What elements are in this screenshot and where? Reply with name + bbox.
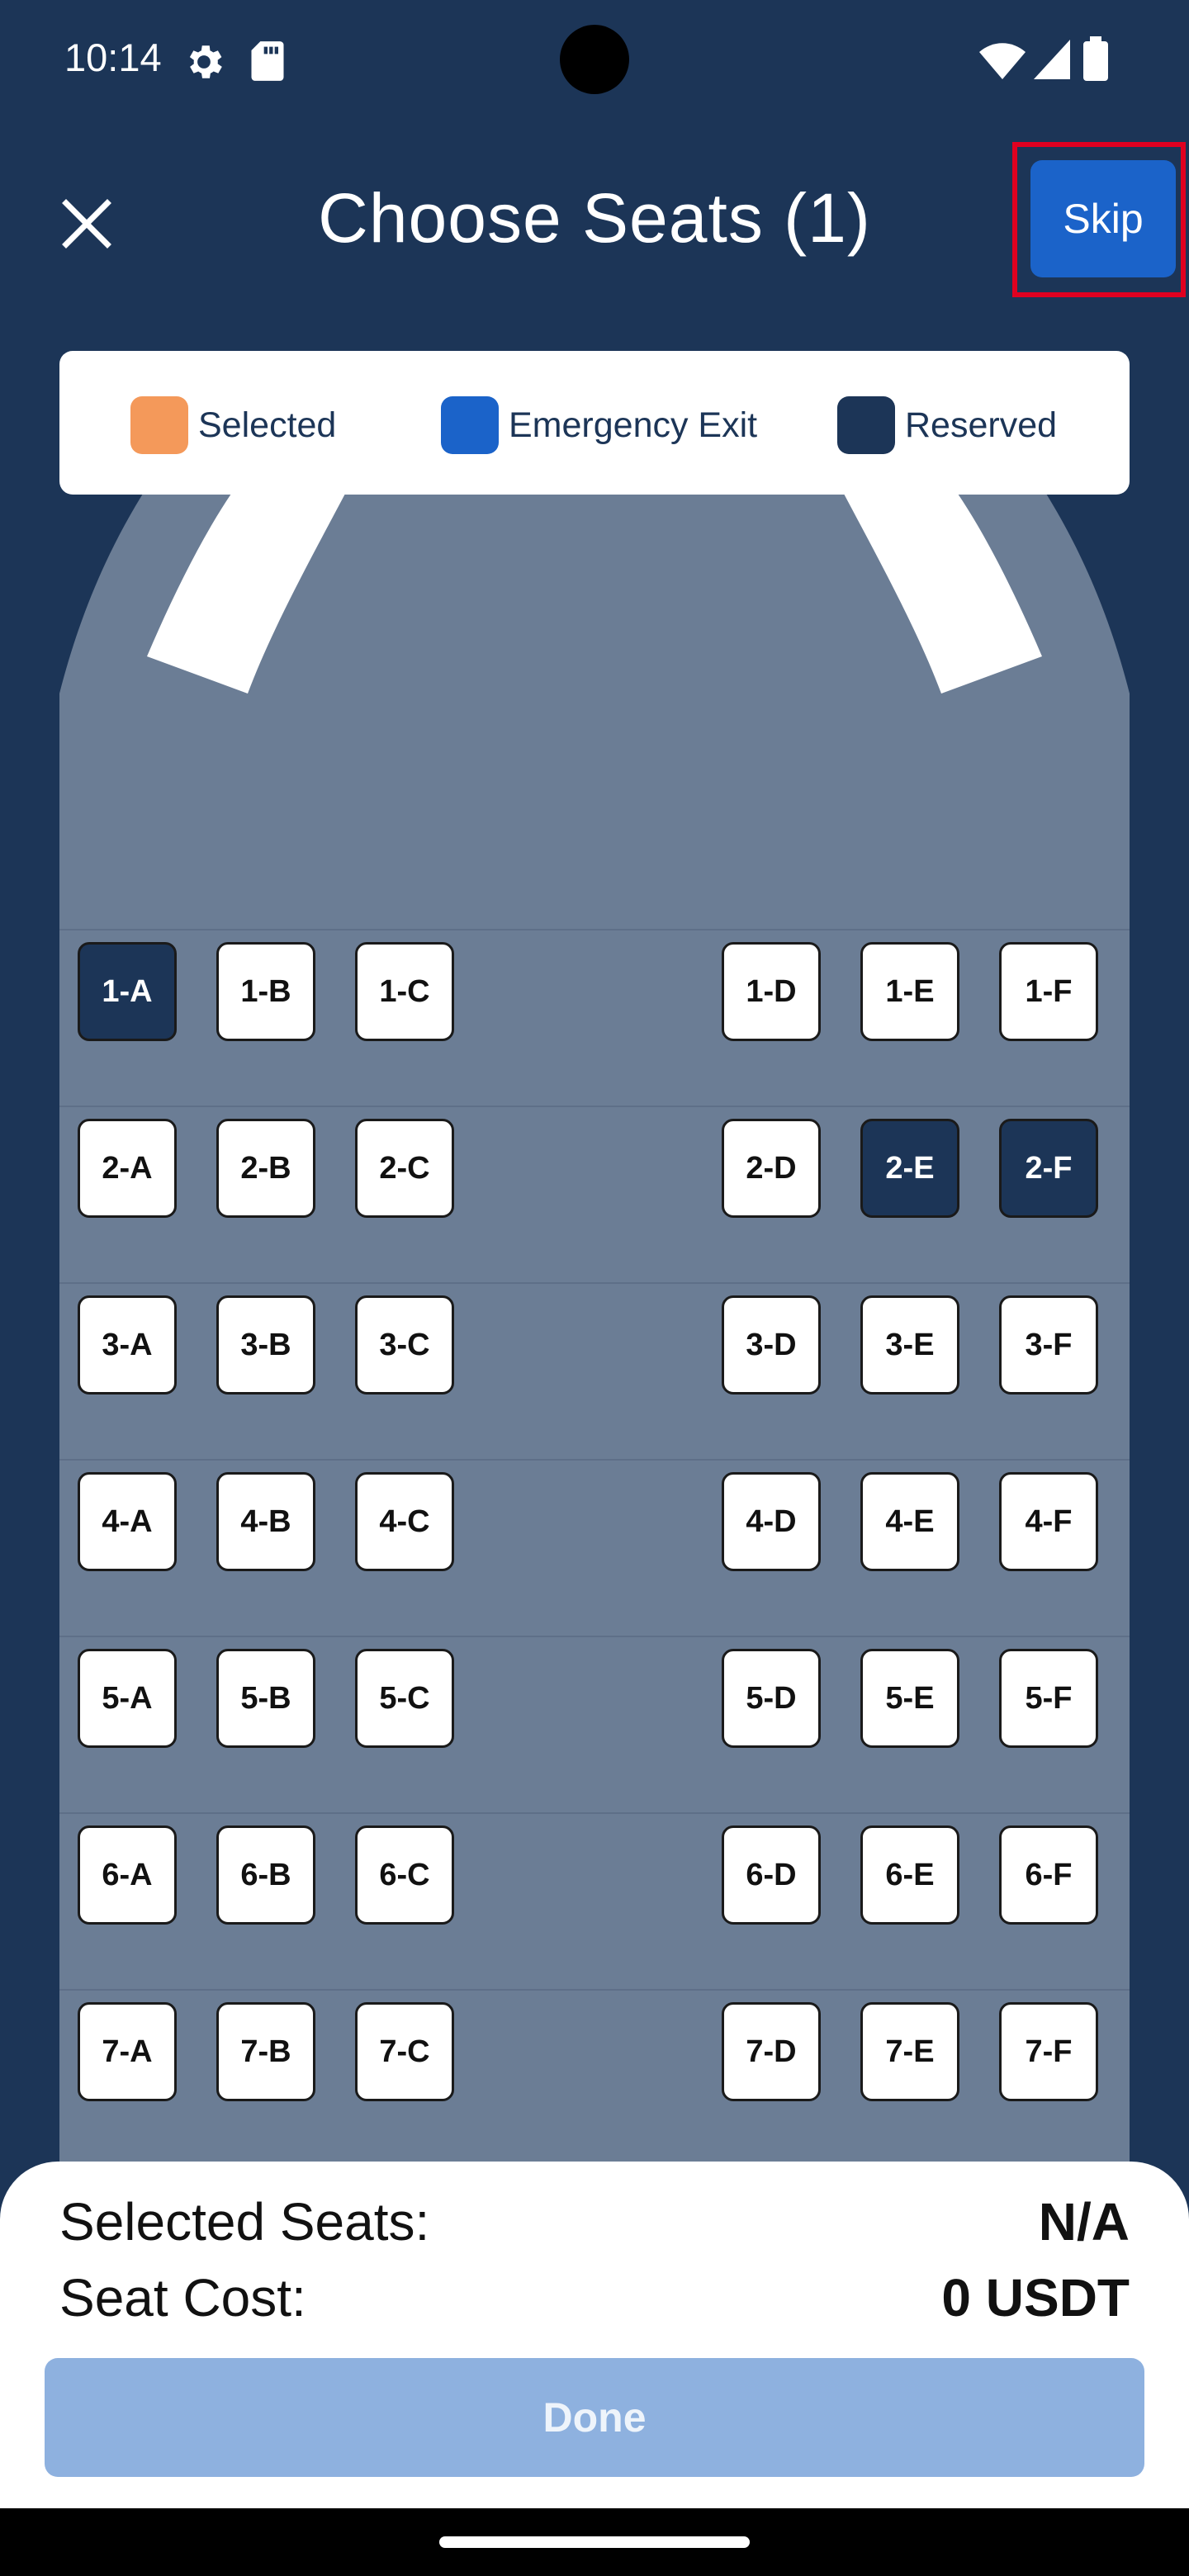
seat-6-c[interactable]: 6-C <box>355 1825 454 1925</box>
status-time: 10:14 <box>64 36 162 79</box>
legend-label: Emergency Exit <box>509 405 758 445</box>
seat-2-f[interactable]: 2-F <box>999 1119 1098 1218</box>
seat-row: 6-A 6-B 6-C 6-D 6-E 6-F <box>59 1812 1130 1989</box>
seat-row: 3-A 3-B 3-C 3-D 3-E 3-F <box>59 1282 1130 1459</box>
seat-row: 4-A 4-B 4-C 4-D 4-E 4-F <box>59 1459 1130 1636</box>
seat-2-e[interactable]: 2-E <box>860 1119 959 1218</box>
seat-2-a[interactable]: 2-A <box>78 1119 177 1218</box>
selection-summary-sheet: Selected Seats: N/A Seat Cost: 0 USDT Do… <box>0 2162 1189 2508</box>
seat-4-b[interactable]: 4-B <box>216 1472 315 1571</box>
seat-4-a[interactable]: 4-A <box>78 1472 177 1571</box>
seat-6-e[interactable]: 6-E <box>860 1825 959 1925</box>
seat-row: 1-A 1-B 1-C 1-D 1-E 1-F <box>59 929 1130 1106</box>
seat-1-f[interactable]: 1-F <box>999 942 1098 1041</box>
seat-1-e[interactable]: 1-E <box>860 942 959 1041</box>
seat-7-f[interactable]: 7-F <box>999 2002 1098 2101</box>
seat-3-a[interactable]: 3-A <box>78 1295 177 1395</box>
seat-6-a[interactable]: 6-A <box>78 1825 177 1925</box>
seat-cost-row: Seat Cost: 0 USDT <box>59 2261 1130 2335</box>
seat-5-c[interactable]: 5-C <box>355 1649 454 1748</box>
seat-6-d[interactable]: 6-D <box>722 1825 821 1925</box>
skip-button[interactable]: Skip <box>1030 160 1176 277</box>
seat-5-f[interactable]: 5-F <box>999 1649 1098 1748</box>
legend-item-selected: Selected <box>130 396 336 454</box>
app-header: Choose Seats (1) Skip <box>0 119 1189 317</box>
seat-cost-value: 0 USDT <box>941 2268 1130 2327</box>
seat-3-b[interactable]: 3-B <box>216 1295 315 1395</box>
seat-1-a[interactable]: 1-A <box>78 942 177 1041</box>
seat-2-c[interactable]: 2-C <box>355 1119 454 1218</box>
seat-row: 7-A 7-B 7-C 7-D 7-E 7-F <box>59 1989 1130 2166</box>
legend-swatch-reserved <box>837 396 895 454</box>
seat-4-c[interactable]: 4-C <box>355 1472 454 1571</box>
seat-5-b[interactable]: 5-B <box>216 1649 315 1748</box>
wifi-icon <box>979 43 1026 79</box>
seat-6-b[interactable]: 6-B <box>216 1825 315 1925</box>
seat-rows: 1-A 1-B 1-C 1-D 1-E 1-F 2-A 2-B 2-C 2-D 2-E 2-F 3-A 3… <box>59 929 1130 2166</box>
selected-seats-row: Selected Seats: N/A <box>59 2185 1130 2259</box>
front-camera <box>560 25 629 94</box>
seat-3-e[interactable]: 3-E <box>860 1295 959 1395</box>
settings-gear-icon <box>189 45 222 78</box>
seat-1-d[interactable]: 1-D <box>722 942 821 1041</box>
seat-5-d[interactable]: 5-D <box>722 1649 821 1748</box>
legend-label: Selected <box>198 405 337 445</box>
seat-row: 2-A 2-B 2-C 2-D 2-E 2-F <box>59 1106 1130 1282</box>
selected-seats-label: Selected Seats: <box>59 2192 430 2252</box>
legend-swatch-selected <box>130 396 188 454</box>
home-gesture-handle[interactable] <box>439 2536 750 2548</box>
seat-7-b[interactable]: 7-B <box>216 2002 315 2101</box>
sd-card-icon <box>251 41 284 81</box>
seat-7-d[interactable]: 7-D <box>722 2002 821 2101</box>
legend-swatch-emergency-exit <box>441 396 499 454</box>
page-title: Choose Seats (1) <box>318 179 871 257</box>
seat-7-c[interactable]: 7-C <box>355 2002 454 2101</box>
seat-7-e[interactable]: 7-E <box>860 2002 959 2101</box>
seat-1-c[interactable]: 1-C <box>355 942 454 1041</box>
seat-4-f[interactable]: 4-F <box>999 1472 1098 1571</box>
status-bar: 10:14 <box>0 0 1189 119</box>
seat-4-e[interactable]: 4-E <box>860 1472 959 1571</box>
battery-icon <box>1083 36 1108 81</box>
legend-label: Reserved <box>905 405 1058 445</box>
done-button[interactable]: Done <box>45 2358 1144 2477</box>
system-navigation-bar <box>0 2508 1189 2576</box>
seat-1-b[interactable]: 1-B <box>216 942 315 1041</box>
seat-6-f[interactable]: 6-F <box>999 1825 1098 1925</box>
seat-3-d[interactable]: 3-D <box>722 1295 821 1395</box>
seat-5-e[interactable]: 5-E <box>860 1649 959 1748</box>
seat-2-d[interactable]: 2-D <box>722 1119 821 1218</box>
seat-cost-label: Seat Cost: <box>59 2268 306 2327</box>
seat-4-d[interactable]: 4-D <box>722 1472 821 1571</box>
seat-3-f[interactable]: 3-F <box>999 1295 1098 1395</box>
plane-cabin: 1-A 1-B 1-C 1-D 1-E 1-F 2-A 2-B 2-C 2-D 2-E 2-F 3-A 3… <box>0 487 1189 2163</box>
legend-item-reserved: Reserved <box>837 396 1057 454</box>
seat-5-a[interactable]: 5-A <box>78 1649 177 1748</box>
selected-seats-value: N/A <box>1038 2192 1130 2252</box>
cellular-signal-icon <box>1034 40 1070 79</box>
seat-2-b[interactable]: 2-B <box>216 1119 315 1218</box>
seat-legend: Selected Emergency Exit Reserved <box>59 351 1130 495</box>
seat-3-c[interactable]: 3-C <box>355 1295 454 1395</box>
legend-item-emergency-exit: Emergency Exit <box>441 396 757 454</box>
seat-row: 5-A 5-B 5-C 5-D 5-E 5-F <box>59 1636 1130 1812</box>
seat-7-a[interactable]: 7-A <box>78 2002 177 2101</box>
